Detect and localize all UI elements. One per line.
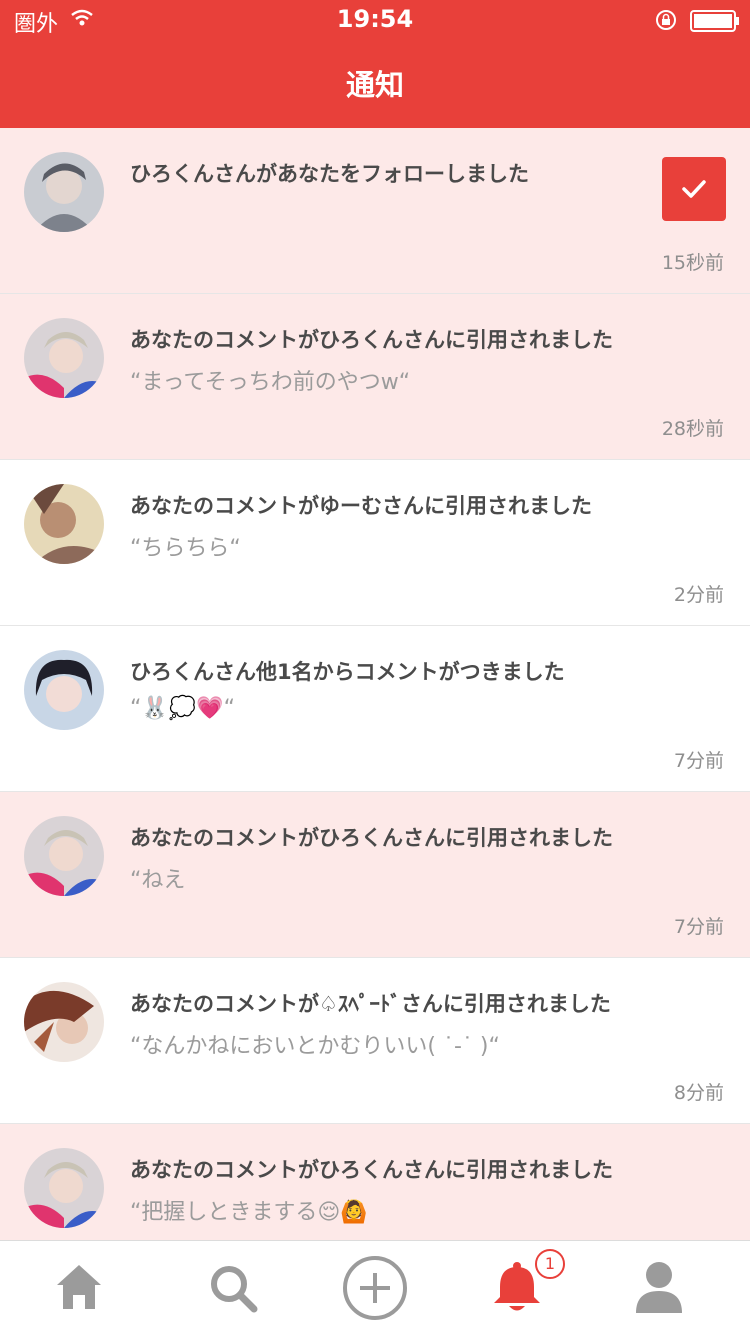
tab-notifications[interactable]	[442, 1241, 592, 1335]
status-bar: 圏外 19:54	[0, 0, 750, 40]
navigation-bar: 通知	[0, 40, 750, 128]
notification-badge: 1	[535, 1249, 565, 1279]
tab-home[interactable]	[3, 1241, 153, 1335]
notification-quote: “把握しときまする😌🙆	[130, 1200, 368, 1225]
tab-add-post[interactable]	[300, 1241, 450, 1335]
battery-icon	[690, 10, 740, 36]
notification-time: 7分前	[673, 750, 724, 772]
notification-time: 2分前	[673, 584, 724, 606]
home-icon	[57, 1265, 101, 1309]
avatar[interactable]	[24, 816, 104, 896]
notification-time: 28秒前	[661, 418, 724, 440]
avatar[interactable]	[24, 318, 104, 398]
follow-back-button[interactable]	[662, 157, 726, 221]
profile-icon	[636, 1262, 682, 1313]
rotation-lock-icon	[654, 8, 678, 36]
notification-quote: “まってそっちわ前のやつw“	[130, 370, 411, 395]
notification-quote: “🐰💭💗“	[130, 696, 235, 721]
notification-title: あなたのコメントがひろくんさんに引用されました	[130, 328, 613, 352]
checkmark-icon	[682, 180, 706, 198]
notification-item[interactable]: あなたのコメントがひろくんさんに引用されました “まってそっちわ前のやつw“ 2…	[0, 294, 750, 460]
notification-time: 7分前	[673, 916, 724, 938]
notification-item[interactable]: あなたのコメントが♤ｽﾍﾟｰﾄﾞさんに引用されました “なんかねにおいとかむりい…	[0, 958, 750, 1124]
tab-profile[interactable]	[584, 1241, 734, 1335]
notification-quote: “ちらちら“	[130, 536, 241, 561]
notification-item[interactable]: ひろくんさんがあなたをフォローしました 15秒前	[0, 128, 750, 294]
notification-time: 15秒前	[661, 252, 724, 274]
notification-time: 8分前	[673, 1082, 724, 1104]
avatar[interactable]	[24, 484, 104, 564]
notification-title: あなたのコメントがひろくんさんに引用されました	[130, 826, 613, 850]
notification-item[interactable]: ひろくんさん他1名からコメントがつきました “🐰💭💗“ 7分前	[0, 626, 750, 792]
notification-list: ひろくんさんがあなたをフォローしました 15秒前 あなたのコメントがひろくんさん…	[0, 128, 750, 1290]
notification-title: あなたのコメントがひろくんさんに引用されました	[130, 1158, 613, 1182]
page-title: 通知	[345, 68, 404, 102]
status-time: 19:54	[336, 5, 414, 33]
avatar[interactable]	[24, 650, 104, 730]
notification-quote: “なんかねにおいとかむりいい( ˙-˙ )“	[130, 1034, 500, 1059]
search-icon	[211, 1266, 258, 1313]
notification-title: あなたのコメントが♤ｽﾍﾟｰﾄﾞさんに引用されました	[130, 992, 611, 1016]
tab-bar: 1	[0, 1240, 750, 1335]
notification-bell-icon	[494, 1262, 540, 1311]
avatar[interactable]	[24, 152, 104, 232]
notification-title: あなたのコメントがゆーむさんに引用されました	[130, 494, 592, 518]
tab-search[interactable]	[158, 1241, 308, 1335]
notification-title: ひろくんさんがあなたをフォローしました	[130, 162, 529, 186]
notification-title: ひろくんさん他1名からコメントがつきました	[130, 660, 565, 684]
avatar[interactable]	[24, 982, 104, 1062]
avatar[interactable]	[24, 1148, 104, 1228]
add-post-icon	[343, 1256, 407, 1320]
notification-quote: “ねえ	[130, 868, 186, 893]
notification-item[interactable]: あなたのコメントがゆーむさんに引用されました “ちらちら“ 2分前	[0, 460, 750, 626]
notification-item[interactable]: あなたのコメントがひろくんさんに引用されました “ねえ 7分前	[0, 792, 750, 958]
